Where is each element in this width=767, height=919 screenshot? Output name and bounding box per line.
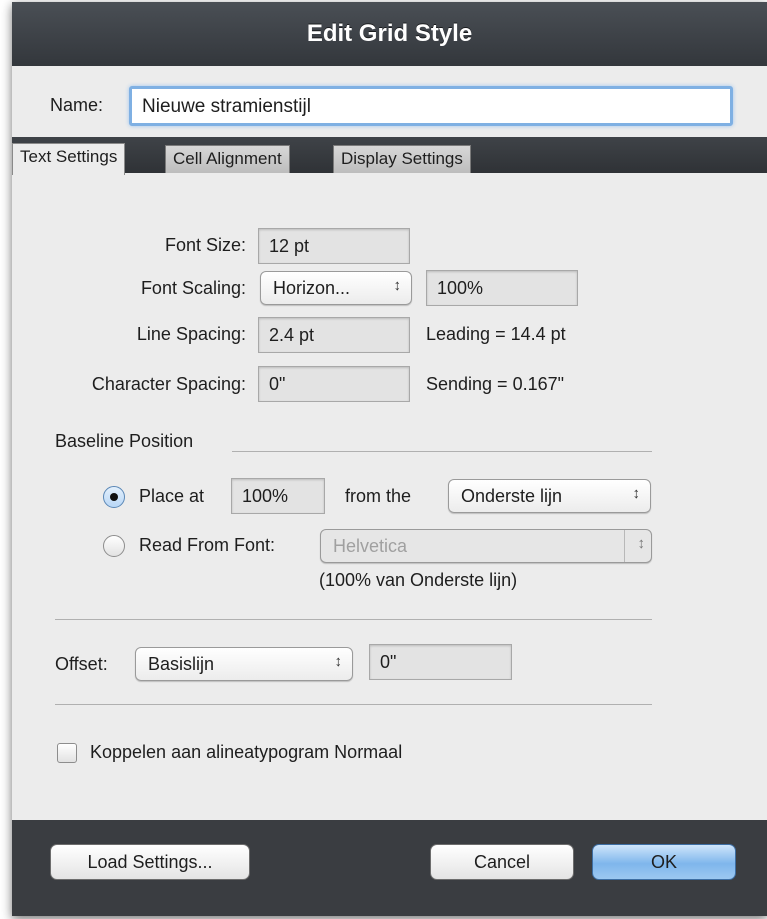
- font-scaling-label: Font Scaling:: [140, 278, 246, 298]
- font-size-field[interactable]: 12 pt: [258, 228, 410, 264]
- character-spacing-field[interactable]: 0": [258, 366, 410, 402]
- read-from-font-label: Read From Font:: [139, 535, 276, 555]
- offset-field[interactable]: 0": [369, 644, 512, 680]
- cancel-button[interactable]: Cancel: [430, 844, 574, 880]
- baseline-reference-value: Onderste lijn: [461, 486, 563, 506]
- updown-arrows-icon: ↕: [334, 653, 343, 670]
- dialog-footer: Load Settings... Cancel OK: [12, 820, 767, 916]
- font-scaling-popup[interactable]: Horizon... ↕: [260, 271, 412, 305]
- offset-top-divider: [55, 619, 652, 620]
- place-at-radio[interactable]: [103, 486, 125, 508]
- offset-mode: Basislijn: [148, 654, 215, 674]
- updown-arrows-icon: ↕: [637, 535, 646, 552]
- from-the-label: from the: [345, 486, 412, 506]
- line-spacing-label: Line Spacing:: [136, 324, 246, 344]
- character-spacing-label: Character Spacing:: [91, 374, 246, 394]
- leading-info: Leading = 14.4 pt: [426, 324, 566, 344]
- updown-arrows-icon: ↕: [393, 277, 402, 294]
- name-input[interactable]: Nieuwe stramienstijl: [129, 86, 733, 126]
- updown-arrows-icon: ↕: [632, 485, 641, 502]
- read-from-font-note: (100% van Onderste lijn): [319, 570, 518, 590]
- baseline-position-heading: Baseline Position: [55, 431, 194, 451]
- tab-display-settings[interactable]: Display Settings: [333, 145, 471, 173]
- sending-info: Sending = 0.167": [426, 374, 565, 394]
- font-scaling-mode: Horizon...: [273, 278, 351, 298]
- line-spacing-field[interactable]: 2.4 pt: [258, 317, 410, 353]
- ok-button[interactable]: OK: [592, 844, 736, 880]
- read-from-font-radio[interactable]: [103, 535, 125, 557]
- link-paragraph-style-checkbox[interactable]: [57, 743, 77, 763]
- font-size-label: Font Size:: [164, 235, 246, 255]
- popup-separator: [624, 530, 625, 562]
- read-from-font-value: Helvetica: [333, 536, 408, 556]
- baseline-reference-popup[interactable]: Onderste lijn ↕: [448, 479, 651, 513]
- tab-text-settings[interactable]: Text Settings: [12, 143, 126, 175]
- edit-grid-style-dialog: Edit Grid Style Name: Nieuwe stramiensti…: [12, 2, 767, 916]
- place-at-label: Place at: [139, 486, 205, 506]
- offset-bottom-divider: [55, 704, 652, 705]
- tab-cell-alignment[interactable]: Cell Alignment: [165, 145, 290, 173]
- window-title: Edit Grid Style: [12, 2, 767, 66]
- tab-bar: Text Settings Cell Alignment Display Set…: [12, 137, 767, 175]
- font-scaling-field[interactable]: 100%: [426, 270, 578, 306]
- offset-popup[interactable]: Basislijn ↕: [135, 647, 353, 681]
- offset-label: Offset:: [55, 654, 108, 674]
- load-settings-button[interactable]: Load Settings...: [50, 844, 250, 880]
- read-from-font-popup: Helvetica ↕: [320, 529, 652, 563]
- link-paragraph-style-label: Koppelen aan alineatypogram Normaal: [90, 742, 403, 762]
- name-label: Name:: [50, 95, 104, 115]
- place-at-field[interactable]: 100%: [231, 478, 325, 514]
- baseline-divider: [232, 451, 652, 452]
